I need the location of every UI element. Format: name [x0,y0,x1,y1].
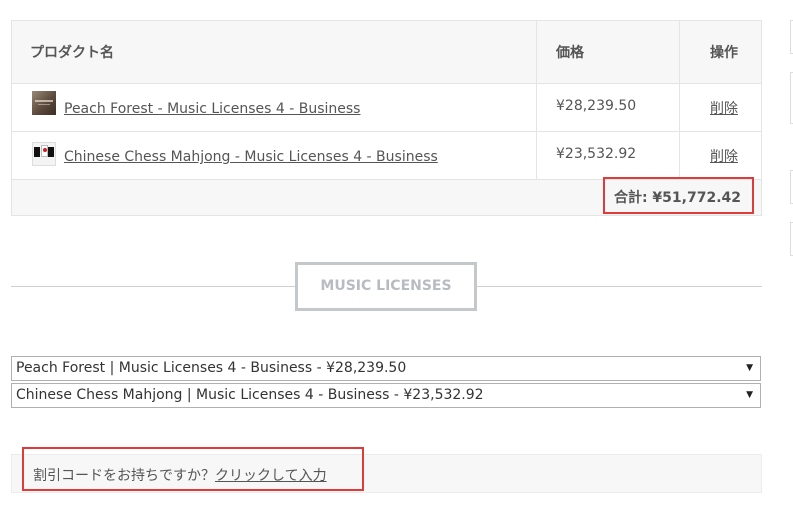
column-header-price: 価格 [556,45,584,61]
product-price: ¥23,532.92 [556,146,637,162]
dropdown-arrow-icon: ▼ [746,390,753,400]
highlight-box-total [603,177,754,214]
license-select-peach-forest[interactable]: Peach Forest | Music Licenses 4 - Busine… [11,356,761,381]
column-header-product: プロダクト名 [30,45,114,61]
chinese-chess-mahjong-thumbnail[interactable] [32,142,56,166]
select-value: Chinese Chess Mahjong | Music Licenses 4… [16,387,484,403]
product-price: ¥28,239.50 [556,98,637,114]
license-select-chinese-chess-mahjong[interactable]: Chinese Chess Mahjong | Music Licenses 4… [11,383,761,408]
product-link-peach-forest[interactable]: Peach Forest - Music Licenses 4 - Busine… [64,101,360,117]
highlight-box-coupon [22,447,364,491]
music-licenses-section-button[interactable]: MUSIC LICENSES [295,262,477,311]
column-header-action: 操作 [710,45,738,61]
section-divider-right [477,286,762,287]
peach-forest-thumbnail[interactable] [32,91,56,115]
select-value: Peach Forest | Music Licenses 4 - Busine… [16,360,407,376]
section-divider-left [11,286,295,287]
remove-link[interactable]: 削除 [710,146,738,166]
table-row: Peach Forest - Music Licenses 4 - Busine… [12,84,761,132]
table-row: Chinese Chess Mahjong - Music Licenses 4… [12,132,761,180]
table-header-row: プロダクト名 価格 操作 [12,21,761,84]
product-link-chinese-chess-mahjong[interactable]: Chinese Chess Mahjong - Music Licenses 4… [64,149,438,165]
remove-link[interactable]: 削除 [710,98,738,118]
dropdown-arrow-icon: ▼ [746,363,753,373]
